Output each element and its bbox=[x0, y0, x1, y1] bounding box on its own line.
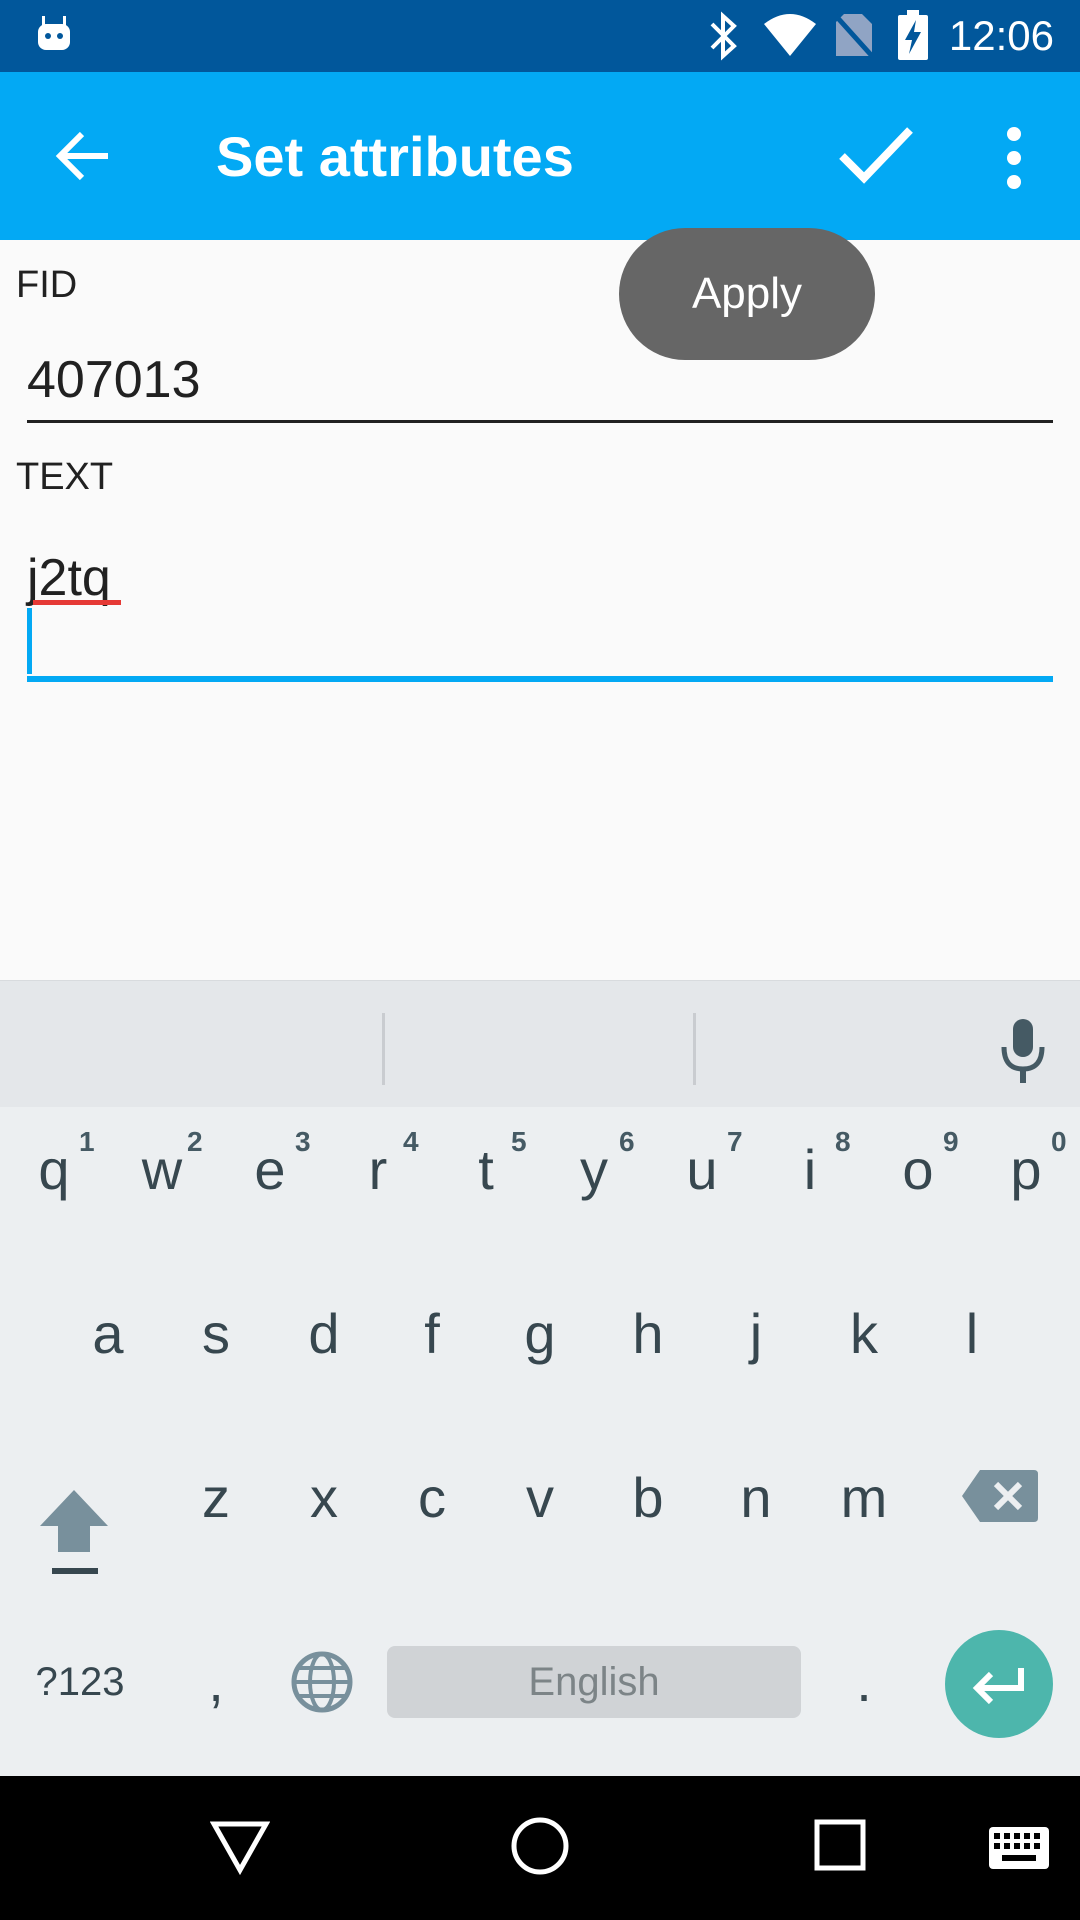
no-sim-icon bbox=[834, 14, 874, 58]
app-bar: Set attributes bbox=[0, 72, 1080, 240]
symbols-key[interactable]: ?123 bbox=[20, 1622, 140, 1742]
backspace-key[interactable] bbox=[960, 1464, 1040, 1528]
key-hint-8: 8 bbox=[835, 1126, 851, 1157]
keyboard-icon bbox=[989, 1827, 1049, 1869]
space-key[interactable]: English bbox=[387, 1646, 801, 1718]
battery-charging-icon bbox=[898, 10, 928, 60]
check-icon bbox=[839, 127, 913, 184]
home-circle-icon bbox=[511, 1817, 569, 1875]
suggestion-divider bbox=[382, 1013, 385, 1085]
shift-key[interactable] bbox=[24, 1480, 124, 1590]
arrow-back-icon bbox=[55, 131, 108, 181]
microphone-icon[interactable] bbox=[1000, 1017, 1046, 1085]
key-hint-0: 0 bbox=[1051, 1126, 1067, 1157]
back-triangle-icon bbox=[209, 1821, 271, 1876]
key-h[interactable]: h bbox=[598, 1274, 698, 1394]
key-m[interactable]: m bbox=[814, 1438, 914, 1558]
recents-square-icon bbox=[814, 1819, 866, 1871]
toast-text: Apply bbox=[691, 269, 803, 318]
confirm-button[interactable] bbox=[836, 120, 916, 190]
nav-back-button[interactable] bbox=[209, 1816, 271, 1876]
navigation-bar bbox=[0, 1776, 1080, 1920]
language-key[interactable] bbox=[290, 1650, 354, 1714]
text-label: TEXT bbox=[16, 456, 114, 498]
nav-recents-button[interactable] bbox=[814, 1818, 866, 1874]
key-k[interactable]: k bbox=[814, 1274, 914, 1394]
key-j[interactable]: j bbox=[706, 1274, 806, 1394]
key-hint-5: 5 bbox=[511, 1126, 527, 1157]
key-hint-4: 4 bbox=[403, 1126, 419, 1157]
fid-input[interactable]: 407013 bbox=[27, 340, 1053, 426]
key-hint-9: 9 bbox=[943, 1126, 959, 1157]
key-z[interactable]: z bbox=[166, 1438, 266, 1558]
fid-label: FID bbox=[16, 264, 78, 306]
spellcheck-underline bbox=[33, 600, 121, 605]
enter-key[interactable] bbox=[945, 1630, 1053, 1738]
text-input[interactable]: j2tq bbox=[27, 530, 1053, 680]
key-v[interactable]: v bbox=[490, 1438, 590, 1558]
overflow-menu-button[interactable] bbox=[1000, 126, 1028, 190]
key-d[interactable]: d bbox=[274, 1274, 374, 1394]
android-icon bbox=[38, 16, 70, 50]
key-hint-1: 1 bbox=[79, 1126, 95, 1157]
backspace-icon bbox=[962, 1470, 1038, 1522]
nav-keyboard-button[interactable] bbox=[988, 1826, 1050, 1870]
key-c[interactable]: c bbox=[382, 1438, 482, 1558]
soft-keyboard: q w e r t y u i o p 1 2 3 4 5 6 7 8 9 0 … bbox=[0, 980, 1080, 1776]
shift-arrow-icon bbox=[40, 1490, 108, 1574]
suggestion-divider bbox=[693, 1013, 696, 1085]
bluetooth-icon bbox=[710, 11, 737, 61]
comma-key[interactable]: , bbox=[166, 1622, 266, 1742]
key-l[interactable]: l bbox=[922, 1274, 1022, 1394]
apply-toast: Apply bbox=[619, 228, 875, 360]
back-button[interactable] bbox=[52, 124, 116, 188]
key-n[interactable]: n bbox=[706, 1438, 806, 1558]
wifi-icon bbox=[764, 14, 816, 56]
key-hint-7: 7 bbox=[727, 1126, 743, 1157]
period-key[interactable]: . bbox=[814, 1622, 914, 1742]
nav-home-button[interactable] bbox=[510, 1816, 570, 1876]
key-b[interactable]: b bbox=[598, 1438, 698, 1558]
key-g[interactable]: g bbox=[490, 1274, 590, 1394]
text-underline bbox=[27, 676, 1053, 682]
text-cursor bbox=[27, 608, 32, 674]
text-value: j2tq bbox=[27, 549, 111, 607]
key-hint-6: 6 bbox=[619, 1126, 635, 1157]
status-bar: 12:06 bbox=[0, 0, 1080, 72]
key-s[interactable]: s bbox=[166, 1274, 266, 1394]
more-vert-icon bbox=[1007, 127, 1021, 189]
suggestion-strip bbox=[0, 980, 1080, 1107]
enter-arrow-icon bbox=[972, 1668, 1024, 1704]
key-x[interactable]: x bbox=[274, 1438, 374, 1558]
key-f[interactable]: f bbox=[382, 1274, 482, 1394]
page-title: Set attributes bbox=[216, 125, 574, 188]
globe-icon bbox=[291, 1651, 353, 1713]
key-hint-3: 3 bbox=[295, 1126, 311, 1157]
key-a[interactable]: a bbox=[58, 1274, 158, 1394]
status-time: 12:06 bbox=[948, 12, 1054, 59]
key-hint-2: 2 bbox=[187, 1126, 203, 1157]
fid-value: 407013 bbox=[27, 351, 201, 409]
fid-underline bbox=[27, 420, 1053, 423]
